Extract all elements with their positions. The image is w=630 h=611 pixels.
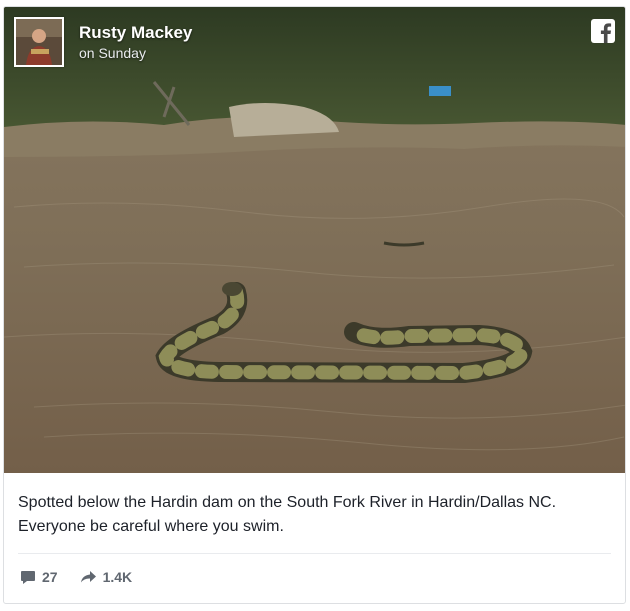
facebook-icon[interactable]	[591, 19, 615, 43]
profile-photo-icon	[16, 19, 62, 65]
post-caption: Spotted below the Hardin dam on the Sout…	[18, 494, 557, 535]
post-header: Rusty Mackey on Sunday	[14, 17, 192, 73]
post-timestamp[interactable]: on Sunday	[79, 44, 192, 62]
post-stats: 27 1.4K	[20, 569, 154, 585]
author-name[interactable]: Rusty Mackey	[79, 23, 192, 43]
post-photo[interactable]	[4, 7, 626, 473]
shares-stat[interactable]: 1.4K	[80, 569, 133, 585]
avatar[interactable]	[14, 17, 64, 67]
comment-icon	[21, 570, 35, 584]
shares-count: 1.4K	[102, 569, 133, 585]
comments-stat[interactable]: 27	[20, 569, 58, 585]
share-icon	[80, 571, 96, 583]
comments-count: 27	[42, 569, 58, 585]
footer-divider	[18, 553, 611, 554]
embedded-post-card: Rusty Mackey on Sunday Spotted below the…	[3, 6, 626, 604]
